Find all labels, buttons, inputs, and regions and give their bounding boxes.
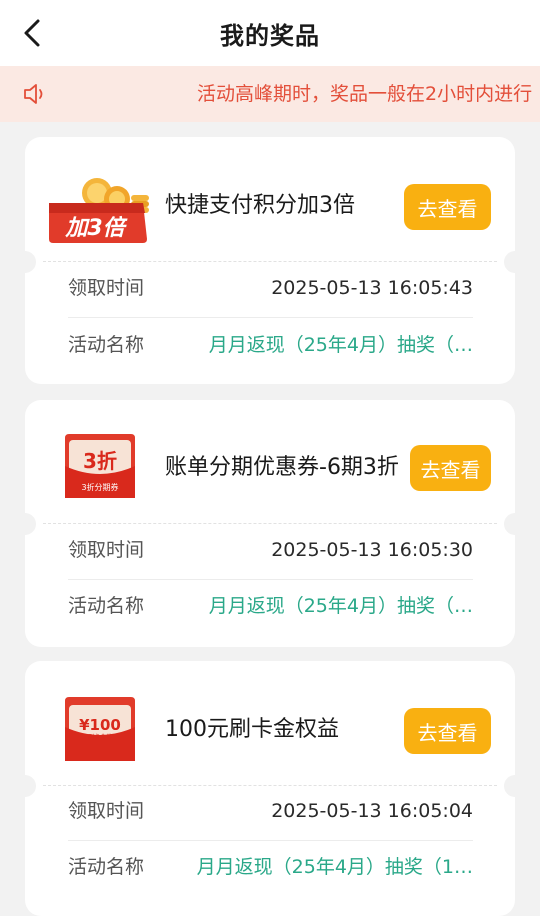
back-button[interactable]: [16, 17, 48, 49]
page-title: 我的奖品: [220, 21, 320, 50]
receive-time-label: 领取时间: [68, 800, 145, 822]
activity-name-value[interactable]: 月月返现（25年4月）抽奖（1…: [197, 852, 473, 882]
svg-text:加3倍: 加3倍: [64, 215, 127, 241]
activity-name-label: 活动名称: [68, 334, 145, 356]
svg-text:— 刷卡金券 —: — 刷卡金券 —: [80, 733, 120, 741]
receive-time-value: 2025-05-13 16:05:04: [271, 800, 473, 822]
prize-name: 快捷支付积分加3倍: [165, 193, 355, 218]
receive-time-label: 领取时间: [68, 277, 145, 299]
notice-bar: 活动高峰期时，奖品一般在2小时内进行: [0, 66, 540, 122]
prize-card: 3折 3折分期券 账单分期优惠券-6期3折 去查看 领取时间 2025-05-1…: [14, 400, 526, 647]
svg-text:¥100: ¥100: [79, 716, 121, 734]
prize-name: 100元刷卡金权益: [165, 717, 339, 742]
prize-name: 账单分期优惠券-6期3折: [165, 455, 399, 480]
svg-text:3折: 3折: [83, 449, 117, 473]
receive-time-value: 2025-05-13 16:05:30: [271, 539, 473, 561]
chevron-left-icon: [24, 19, 40, 47]
top-bar: 我的奖品: [0, 0, 540, 66]
receive-time-label: 领取时间: [68, 539, 145, 561]
installment-coupon-icon: 3折 3折分期券: [65, 434, 135, 498]
activity-name-value[interactable]: 月月返现（25年4月）抽奖（…: [209, 591, 473, 621]
activity-name-label: 活动名称: [68, 856, 145, 878]
activity-name-label: 活动名称: [68, 595, 145, 617]
receive-time-value: 2025-05-13 16:05:43: [271, 277, 473, 299]
svg-text:3折分期券: 3折分期券: [81, 482, 118, 492]
view-button[interactable]: 去查看: [404, 184, 491, 230]
notice-text: 活动高峰期时，奖品一般在2小时内进行: [197, 83, 533, 105]
prize-card: 加3倍 快捷支付积分加3倍 去查看 领取时间 2025-05-13 16:05:…: [14, 137, 526, 384]
speaker-icon: [24, 84, 43, 104]
view-button[interactable]: 去查看: [410, 445, 491, 491]
prize-card: ¥100 — 刷卡金券 — 100元刷卡金权益 去查看 领取时间 2025-05…: [14, 661, 526, 916]
card-cash-icon: ¥100 — 刷卡金券 —: [65, 697, 135, 761]
view-button[interactable]: 去查看: [404, 708, 491, 754]
points-triple-icon: 加3倍: [49, 178, 149, 243]
activity-name-value[interactable]: 月月返现（25年4月）抽奖（…: [209, 330, 473, 360]
